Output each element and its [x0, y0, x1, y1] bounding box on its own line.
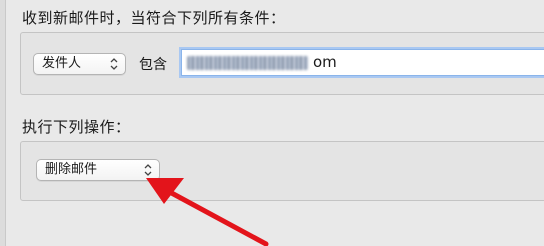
operator-label: 包含 — [139, 57, 167, 73]
window-edge — [0, 0, 6, 246]
obscured-email-text — [187, 56, 308, 70]
condition-field-value: 发件人 — [42, 56, 82, 71]
conditions-heading: 收到新邮件时，当符合下列所有条件： — [22, 9, 286, 27]
condition-field-popup[interactable]: 发件人 — [33, 53, 126, 75]
actions-box: 删除邮件 — [20, 141, 544, 201]
chevron-updown-icon — [110, 58, 118, 70]
email-suffix-text: om — [313, 53, 337, 71]
actions-heading: 执行下列操作： — [22, 118, 131, 136]
conditions-box: 发件人 包含 om — [20, 32, 544, 95]
condition-value-input[interactable]: om — [181, 49, 544, 76]
red-arrow-annotation — [146, 178, 269, 246]
action-value: 删除邮件 — [45, 162, 98, 177]
